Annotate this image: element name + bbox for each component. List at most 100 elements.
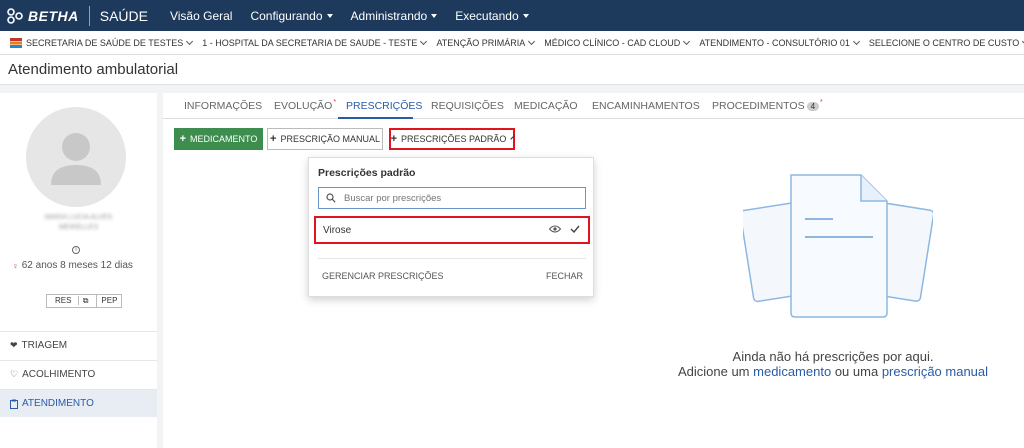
entity-flag-icon [10, 37, 22, 48]
manage-prescriptions-link[interactable]: GERENCIAR PRESCRIÇÕES [322, 271, 444, 281]
chevron-down-icon [420, 37, 428, 45]
sidebar-item-atendimento[interactable]: ATENDIMENTO [0, 389, 157, 417]
sidebar-item-label: TRIAGEM [21, 340, 68, 351]
patient-panel: MARIA LUCIA ALVES MEIRELLES i ♀ 62 anos … [0, 93, 157, 448]
context-care-level-select[interactable]: ATENÇÃO PRIMÁRIA [436, 37, 536, 48]
res-pep-group: RES ⧉ PEP [46, 294, 123, 308]
sidebar-item-label: ACOLHIMENTO [22, 369, 96, 380]
tab-encaminhamentos[interactable]: ENCAMINHAMENTOS [592, 100, 700, 112]
tab-label: EVOLUÇÃO [274, 100, 333, 112]
tab-requisicoes[interactable]: REQUISIÇÕES [431, 100, 504, 112]
eye-icon[interactable] [549, 225, 561, 233]
context-label: 1 - HOSPITAL DA SECRETARIA DE SAUDE - TE… [202, 37, 418, 48]
context-label: MÉDICO CLÍNICO - CAD CLOUD [544, 37, 681, 48]
caret-down-icon [431, 13, 438, 18]
empty-state-line: Ainda não há prescrições por aqui. [732, 349, 934, 364]
active-tab-indicator [338, 117, 413, 119]
add-medication-button[interactable]: + MEDICAMENTO [174, 128, 263, 150]
chevron-down-icon [852, 37, 860, 45]
page-title: Atendimento ambulatorial [8, 61, 179, 78]
caret-down-icon [326, 13, 333, 18]
tab-evolucao[interactable]: EVOLUÇÃO* [274, 99, 337, 112]
required-marker: * [820, 99, 823, 106]
brand-name: BETHA [28, 7, 79, 24]
context-unit-select[interactable]: 1 - HOSPITAL DA SECRETARIA DE SAUDE - TE… [202, 37, 428, 48]
button-label: PRESCRIÇÃO MANUAL [280, 134, 380, 144]
context-professional-select[interactable]: MÉDICO CLÍNICO - CAD CLOUD [544, 37, 691, 48]
nav-visao-geral[interactable]: Visão Geral [170, 9, 232, 23]
age-text: 62 anos 8 meses 12 dias [21, 260, 133, 271]
brand[interactable]: BETHA SAÚDE [0, 0, 170, 31]
tab-label: PROCEDIMENTOS [712, 100, 805, 112]
avatar [26, 107, 126, 207]
chevron-down-icon [528, 37, 536, 45]
main-panel: INFORMAÇÕES EVOLUÇÃO* PRESCRIÇÕES REQUIS… [163, 93, 1024, 448]
nav-label: Configurando [250, 8, 323, 23]
prescription-search-input[interactable] [344, 192, 564, 204]
close-popup-button[interactable]: FECHAR [546, 271, 583, 281]
tab-procedimentos[interactable]: PROCEDIMENTOS 4 * [712, 99, 823, 112]
plus-icon: + [390, 133, 398, 145]
add-manual-prescription-link[interactable]: prescrição manual [882, 364, 988, 379]
count-badge: 4 [806, 102, 820, 111]
nav-label: Visão Geral [169, 8, 233, 23]
tab-medicacao[interactable]: MEDICAÇÃO [514, 100, 578, 112]
sidebar-item-triagem[interactable]: ❤ TRIAGEM [0, 331, 157, 359]
context-label: ATENDIMENTO - CONSULTÓRIO 01 [699, 37, 850, 48]
search-icon [326, 193, 336, 203]
tab-label: PRESCRIÇÕES [346, 100, 423, 112]
tab-label: INFORMAÇÕES [184, 100, 263, 112]
chevron-down-icon [510, 135, 516, 140]
option-label: Virose [323, 224, 352, 236]
divider [318, 258, 586, 259]
tab-label: ENCAMINHAMENTOS [592, 100, 700, 112]
check-icon [570, 225, 580, 233]
tab-bar: INFORMAÇÕES EVOLUÇÃO* PRESCRIÇÕES REQUIS… [163, 93, 1024, 119]
patient-age: ♀ 62 anos 8 meses 12 dias [12, 260, 133, 271]
prescription-option-virose[interactable]: Virose [314, 216, 590, 244]
context-label: SECRETARIA DE SAÚDE DE TESTES [26, 37, 184, 48]
context-service-select[interactable]: ATENDIMENTO - CONSULTÓRIO 01 [699, 37, 860, 48]
prescription-search-box[interactable] [318, 187, 586, 209]
sidebar-item-label: ATENDIMENTO [22, 398, 94, 409]
res-label: RES [55, 296, 72, 305]
standard-prescriptions-button[interactable]: + PRESCRIÇÕES PADRÃO [389, 128, 516, 150]
context-label: ATENÇÃO PRIMÁRIA [436, 37, 526, 48]
standard-prescriptions-popup: Prescrições padrão Virose GERENCIAR PRES… [308, 157, 594, 297]
user-silhouette-icon [51, 133, 101, 185]
patient-name-line: MEIRELLES [58, 224, 99, 231]
heart-outline-icon: ♡ [10, 369, 19, 379]
page-title-bar: Atendimento ambulatorial [0, 55, 1024, 85]
nav-administrando[interactable]: Administrando [351, 9, 438, 23]
required-marker: * [333, 99, 337, 106]
patient-name: MARIA LUCIA ALVES MEIRELLES [10, 213, 147, 233]
pep-button[interactable]: PEP [96, 295, 121, 307]
nav-label: Executando [455, 8, 519, 23]
clipboard-icon [10, 399, 18, 409]
brand-separator [88, 5, 90, 26]
tab-prescricoes[interactable]: PRESCRIÇÕES [346, 100, 422, 112]
top-navbar: BETHA SAÚDE Visão Geral Configurando Adm… [0, 0, 1024, 31]
sidebar-item-acolhimento[interactable]: ♡ ACOLHIMENTO [0, 360, 157, 388]
chevron-down-icon [683, 37, 691, 45]
manual-prescription-button[interactable]: + PRESCRIÇÃO MANUAL [267, 128, 383, 150]
context-entity-select[interactable]: SECRETARIA DE SAÚDE DE TESTES [10, 37, 194, 48]
nav-configurando[interactable]: Configurando [250, 8, 333, 23]
heart-pulse-icon: ❤ [10, 340, 18, 350]
option-actions [549, 225, 580, 233]
add-medication-link[interactable]: medicamento [753, 364, 831, 379]
patient-name-line: MARIA LUCIA ALVES [44, 214, 113, 221]
betha-logo-icon [7, 7, 23, 24]
tab-informacoes[interactable]: INFORMAÇÕES [184, 100, 262, 112]
empty-state-actions: Adicione um medicamento ou uma prescriçã… [643, 364, 1023, 379]
res-button[interactable]: RES ⧉ [47, 295, 96, 307]
context-cost-center-select[interactable]: SELECIONE O CENTRO DE CUSTO [868, 37, 1024, 48]
empty-state-text: Adicione um [677, 364, 750, 379]
tab-label: MEDICAÇÃO [514, 100, 578, 112]
context-label: SELECIONE O CENTRO DE CUSTO [868, 37, 1020, 48]
product-name: SAÚDE [99, 7, 148, 24]
nav-executando[interactable]: Executando [455, 8, 529, 23]
chevron-down-icon [186, 37, 194, 45]
empty-documents-illustration [743, 174, 933, 318]
info-icon[interactable]: i [72, 246, 80, 254]
